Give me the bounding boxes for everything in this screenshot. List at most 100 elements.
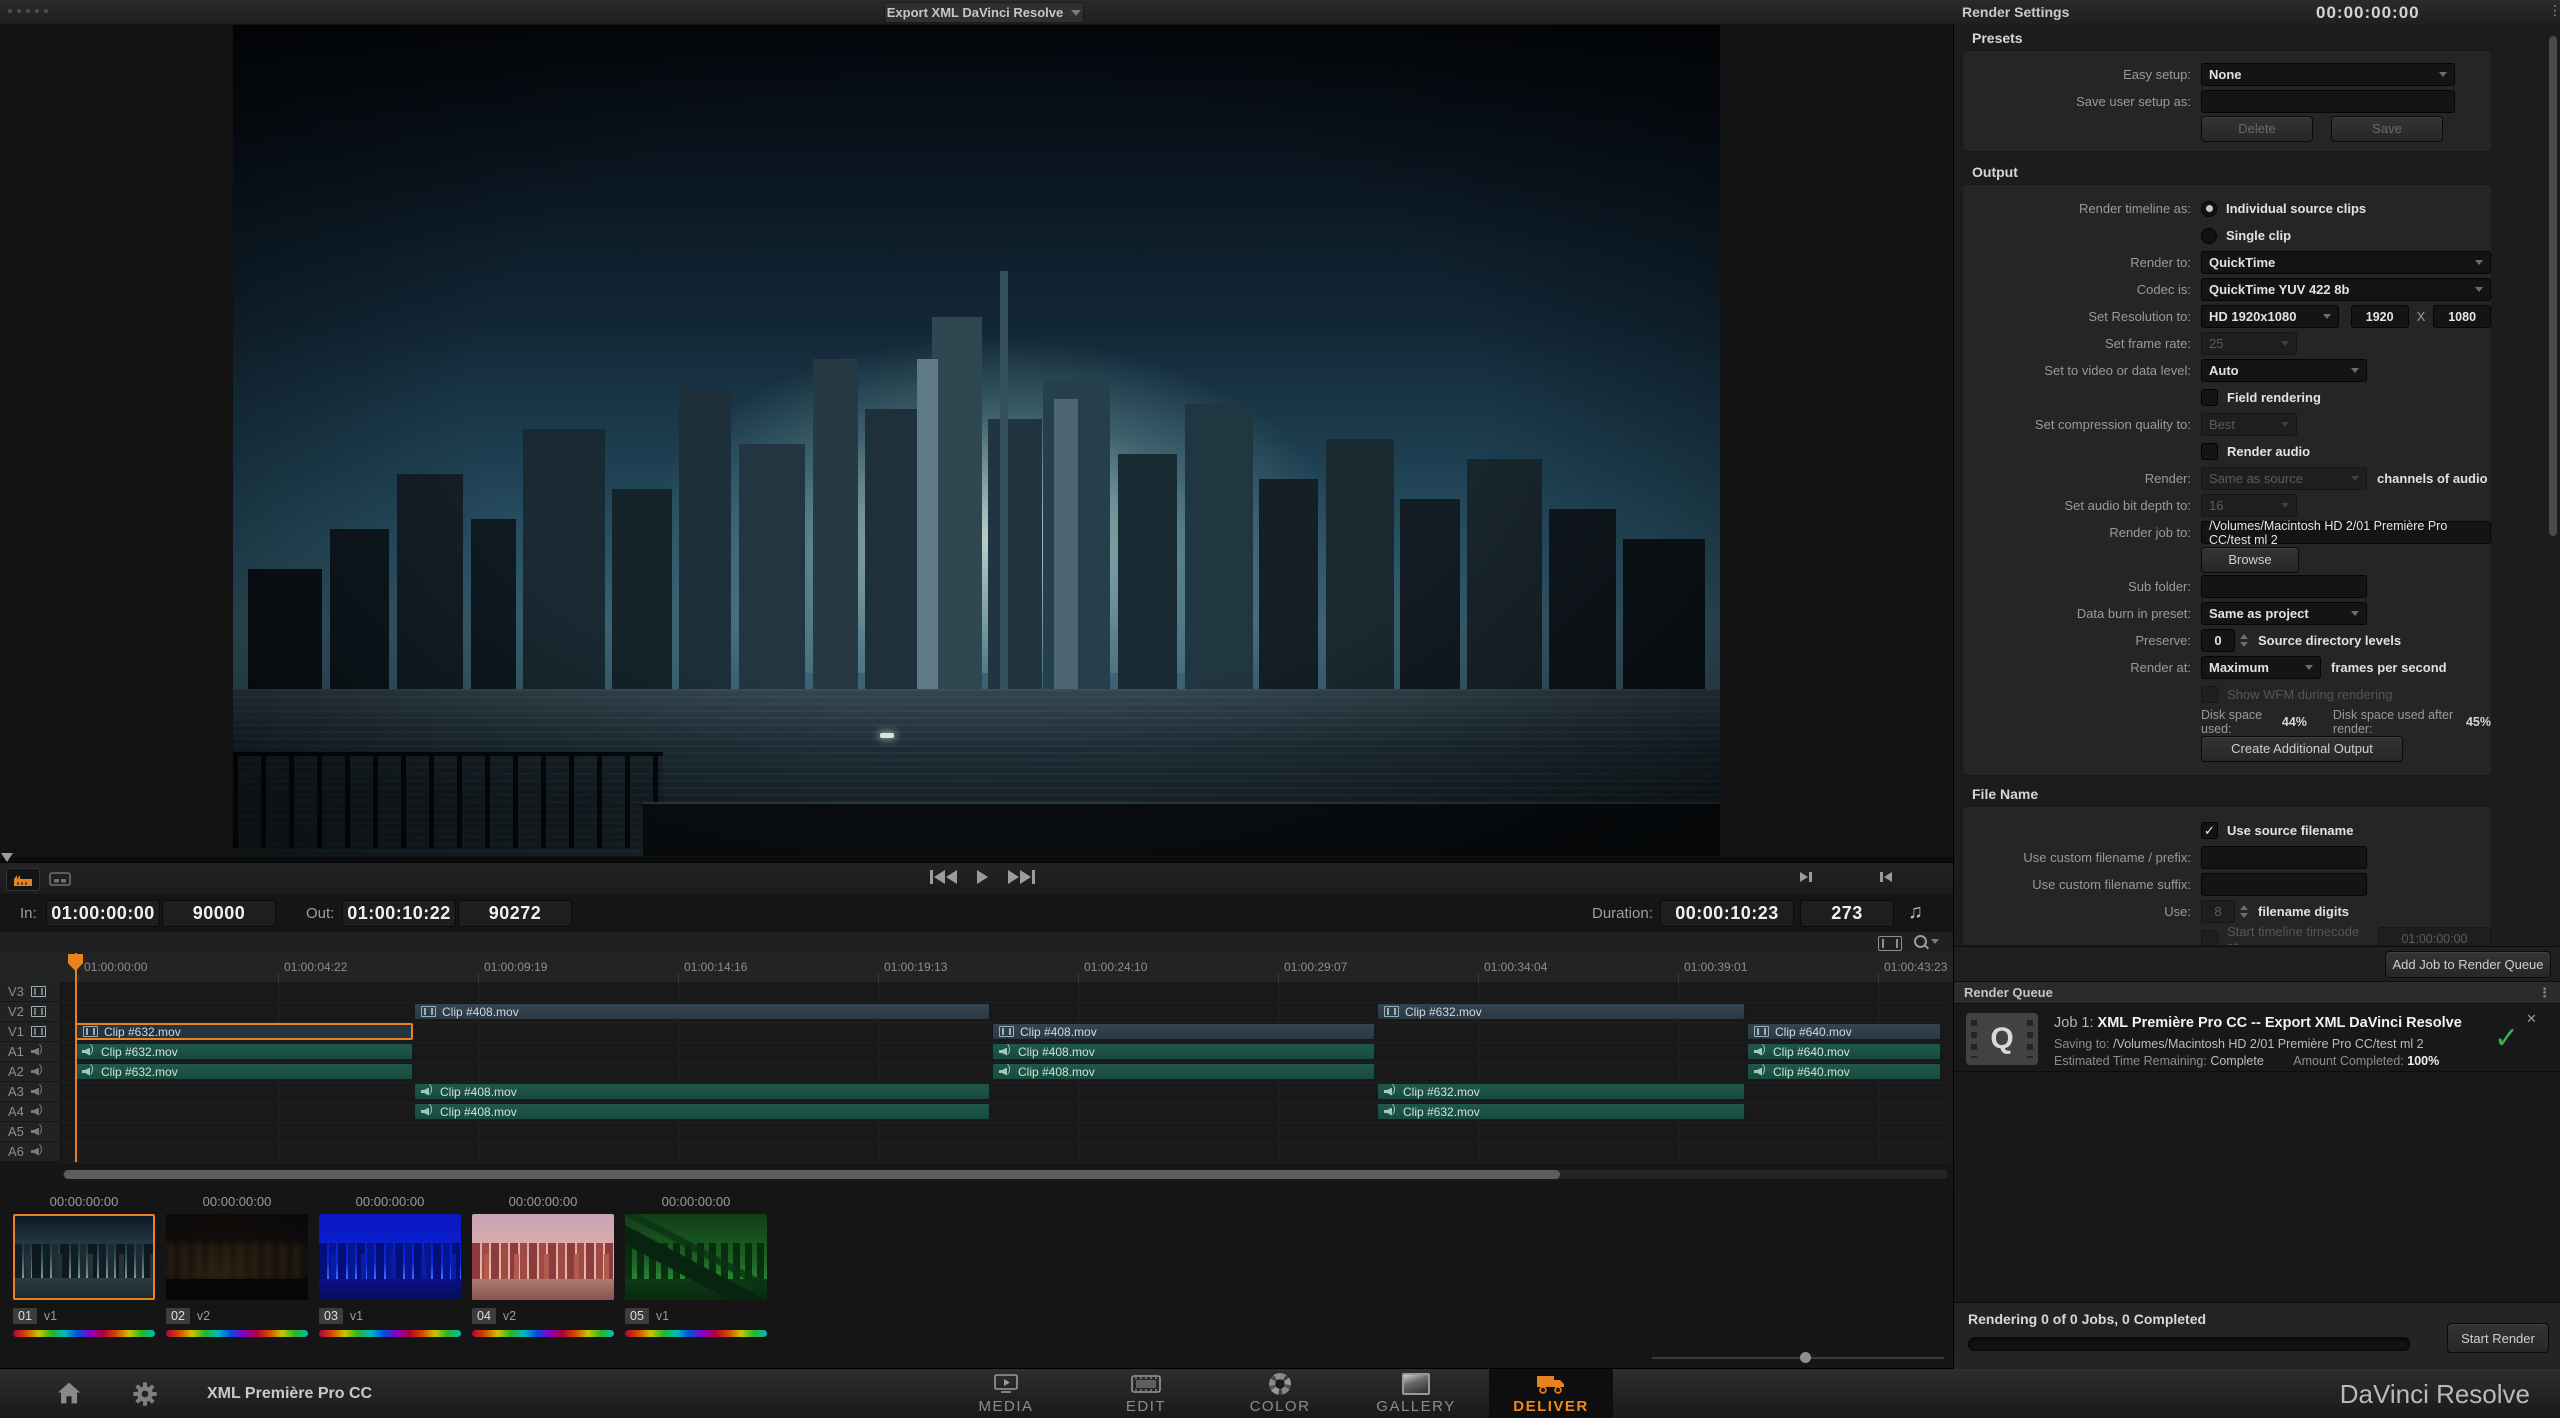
out-frames-field[interactable]: 90272 (458, 900, 572, 927)
play-button[interactable] (977, 870, 988, 884)
save-preset-button[interactable]: Save (2331, 115, 2443, 142)
film-icon[interactable] (30, 1006, 46, 1017)
track-header-a1[interactable]: A1 (0, 1042, 60, 1062)
speaker-icon[interactable] (31, 1123, 44, 1138)
timeline-clip[interactable]: Clip #408.mov (414, 1003, 990, 1020)
timeline-thumbnail-01[interactable]: 00:00:00:00 01 v1 (13, 1188, 155, 1337)
timeline-scrollbar-thumb[interactable] (64, 1170, 1560, 1179)
codec-dropdown[interactable]: QuickTime YUV 422 8b (2201, 278, 2491, 301)
film-icon[interactable] (30, 986, 46, 997)
save-user-setup-input[interactable] (2201, 90, 2455, 113)
timeline-clip[interactable]: Clip #632.mov (75, 1063, 413, 1080)
thumbnail-image[interactable] (166, 1214, 308, 1300)
film-icon[interactable] (30, 1026, 46, 1037)
tab-edit[interactable]: EDIT (1084, 1369, 1208, 1418)
step-back-button[interactable] (1880, 872, 1892, 882)
tracks-body[interactable]: Clip #408.mov Clip #632.mov Clip #632.mov C… (62, 982, 1948, 1163)
project-name[interactable]: XML Première Pro CC (207, 1385, 372, 1403)
tab-deliver[interactable]: DELIVER (1489, 1369, 1613, 1418)
speaker-icon[interactable] (31, 1103, 44, 1118)
timeline-clip[interactable]: Clip #640.mov (1747, 1023, 1941, 1040)
panel-options-icon[interactable]: ⋮ (2548, 2, 2560, 19)
custom-suffix-input[interactable] (2201, 873, 2367, 896)
render-view-toggle-icon[interactable] (6, 868, 40, 891)
tab-color[interactable]: COLOR (1218, 1369, 1342, 1418)
timeline-zoom-tool[interactable] (1914, 935, 1939, 948)
single-clip-radio[interactable] (2201, 227, 2217, 244)
timeline-clip[interactable]: Clip #632.mov (1377, 1083, 1745, 1100)
track-header-a2[interactable]: A2 (0, 1062, 60, 1082)
queue-options-icon[interactable]: ⋮ (2538, 985, 2551, 1001)
timeline-thumbnail-05[interactable]: 00:00:00:00 05 v1 (625, 1188, 767, 1337)
track-header-a3[interactable]: A3 (0, 1082, 60, 1102)
track-header-a6[interactable]: A6 (0, 1142, 60, 1162)
easy-setup-dropdown[interactable]: None (2201, 63, 2455, 86)
step-forward-button[interactable] (1800, 872, 1812, 882)
thumbnail-image[interactable] (13, 1214, 155, 1300)
in-timecode-field[interactable]: 01:00:00:00 (46, 900, 160, 927)
speaker-icon[interactable] (31, 1043, 44, 1058)
timeline-view-options-icon[interactable] (1878, 936, 1902, 951)
track-header-a5[interactable]: A5 (0, 1122, 60, 1142)
duration-timecode-field[interactable]: 00:00:10:23 (1660, 900, 1794, 927)
tab-gallery[interactable]: GALLERY (1354, 1369, 1478, 1418)
render-to-dropdown[interactable]: QuickTime (2201, 251, 2491, 274)
render-audio-checkbox[interactable] (2201, 443, 2218, 460)
timeline-clip[interactable]: Clip #408.mov (414, 1103, 990, 1120)
go-to-end-button[interactable] (1008, 870, 1035, 884)
timeline-clip[interactable]: Clip #632.mov (1377, 1003, 1745, 1020)
thumbnail-zoom-slider-track[interactable] (1652, 1357, 1944, 1359)
in-frames-field[interactable]: 90000 (162, 900, 276, 927)
viewer-scrub-handle[interactable] (1, 853, 13, 862)
timeline-selector-dropdown[interactable]: Export XML DaVinci Resolve (884, 2, 1084, 23)
timeline-clip[interactable]: Clip #632.mov (75, 1043, 413, 1060)
out-timecode-field[interactable]: 01:00:10:22 (342, 900, 456, 927)
timeline-thumbnail-03[interactable]: 00:00:00:00 03 v1 (319, 1188, 461, 1337)
go-to-start-button[interactable] (930, 870, 957, 884)
track-header-v2[interactable]: V2 (0, 1002, 60, 1022)
timeline-clip[interactable]: Clip #408.mov (992, 1043, 1375, 1060)
speaker-icon[interactable] (31, 1083, 44, 1098)
preserve-stepper[interactable]: 0 (2201, 629, 2248, 652)
timeline-clip[interactable]: Clip #408.mov (992, 1063, 1375, 1080)
resolution-height-field[interactable]: 1080 (2433, 305, 2492, 328)
browse-button[interactable]: Browse (2201, 546, 2299, 573)
timeline-clip[interactable]: Clip #408.mov (992, 1023, 1375, 1040)
resolution-dropdown[interactable]: HD 1920x1080 (2201, 305, 2339, 328)
render-at-dropdown[interactable]: Maximum (2201, 656, 2321, 679)
video-data-level-dropdown[interactable]: Auto (2201, 359, 2367, 382)
use-source-filename-checkbox[interactable]: ✓ (2201, 822, 2218, 839)
timeline-clip[interactable]: Clip #640.mov (1747, 1043, 1941, 1060)
speaker-icon[interactable] (31, 1143, 44, 1158)
field-rendering-checkbox[interactable] (2201, 389, 2218, 406)
timeline-clip[interactable]: Clip #632.mov (1377, 1103, 1745, 1120)
audio-toggle-icon[interactable]: ♫ (1908, 901, 1923, 924)
thumbnail-image[interactable] (625, 1214, 767, 1300)
delete-preset-button[interactable]: Delete (2201, 115, 2313, 142)
custom-prefix-input[interactable] (2201, 846, 2367, 869)
speaker-icon[interactable] (31, 1063, 44, 1078)
resolution-width-field[interactable]: 1920 (2350, 305, 2409, 328)
job-close-icon[interactable]: ✕ (2526, 1011, 2537, 1027)
start-render-button[interactable]: Start Render (2447, 1323, 2549, 1353)
duration-frames-field[interactable]: 273 (1800, 900, 1894, 927)
tab-media[interactable]: MEDIA (944, 1369, 1068, 1418)
timeline-thumbnail-02[interactable]: 00:00:00:00 02 v2 (166, 1188, 308, 1337)
timeline-clip[interactable]: Clip #632.mov (75, 1023, 413, 1040)
track-header-v1[interactable]: V1 (0, 1022, 60, 1042)
gear-icon[interactable] (132, 1381, 158, 1407)
data-burn-dropdown[interactable]: Same as project (2201, 602, 2367, 625)
panel-scrollbar[interactable] (2549, 36, 2557, 536)
home-icon[interactable] (56, 1381, 82, 1405)
timeline-clip[interactable]: Clip #640.mov (1747, 1063, 1941, 1080)
track-header-a4[interactable]: A4 (0, 1102, 60, 1122)
thumbnail-image[interactable] (319, 1214, 461, 1300)
timeline-clip[interactable]: Clip #408.mov (414, 1083, 990, 1100)
timeline-ruler[interactable]: 01:00:00:00 01:00:04:22 01:00:09:19 01:00:1… (0, 953, 1953, 983)
track-header-v3[interactable]: V3 (0, 982, 60, 1002)
add-job-to-render-queue-button[interactable]: Add Job to Render Queue (2385, 950, 2551, 978)
thumbnail-image[interactable] (472, 1214, 614, 1300)
thumbnail-zoom-slider-handle[interactable] (1800, 1352, 1811, 1363)
individual-source-clips-radio[interactable] (2201, 200, 2217, 217)
tape-deck-icon[interactable] (44, 868, 76, 889)
